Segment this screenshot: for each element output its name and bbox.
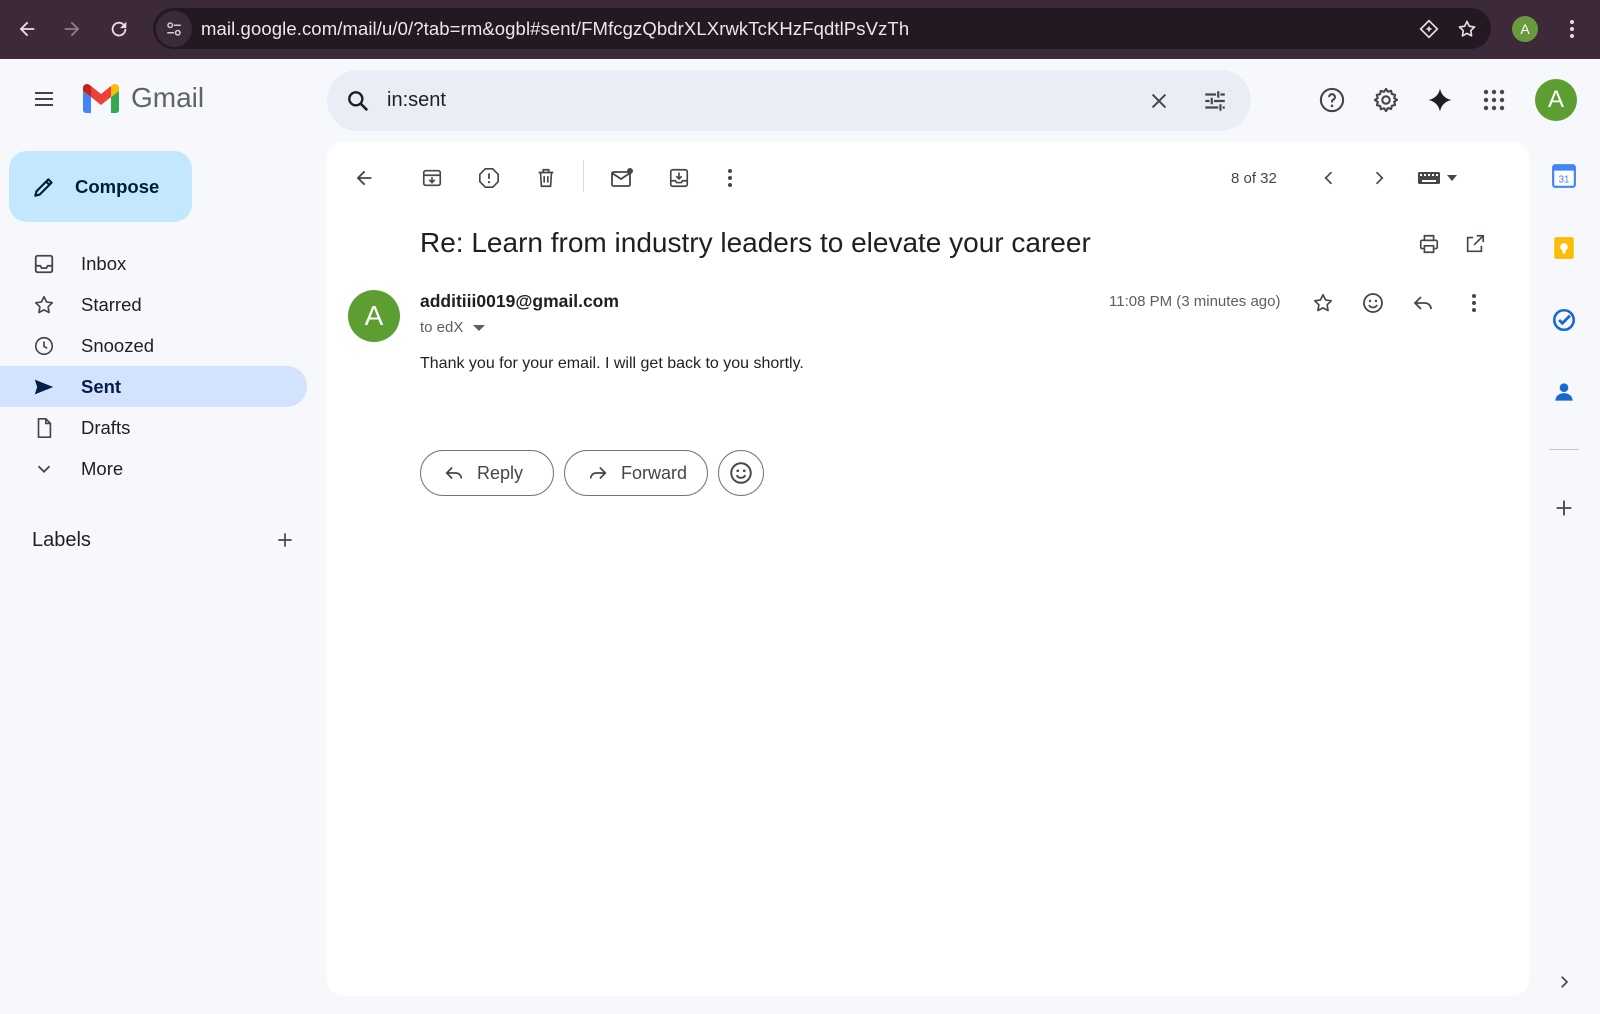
clock-icon	[0, 335, 81, 357]
back-icon[interactable]	[4, 6, 50, 52]
get-addons-plus-icon[interactable]	[1546, 490, 1582, 526]
add-reaction-emoji-icon[interactable]	[1351, 281, 1395, 325]
sender-email[interactable]: additiii0019@gmail.com	[420, 291, 619, 312]
star-icon	[0, 294, 81, 316]
svg-text:31: 31	[1559, 175, 1570, 186]
chevron-down-icon	[0, 458, 81, 480]
archive-icon[interactable]	[410, 156, 454, 200]
pencil-icon	[9, 174, 79, 200]
inbox-icon	[0, 253, 81, 275]
sidebar-item-label: Snoozed	[81, 334, 155, 356]
sender-avatar[interactable]: A	[348, 290, 400, 342]
star-icon[interactable]	[1301, 281, 1345, 325]
mark-unread-icon[interactable]	[600, 156, 644, 200]
sidebar-item-more[interactable]: More	[0, 448, 307, 489]
recipient-label: to edX	[420, 319, 464, 336]
sidebar-item-snoozed[interactable]: Snoozed	[0, 325, 307, 366]
older-chevron-right-icon[interactable]	[1359, 158, 1399, 198]
bookmark-star-icon[interactable]	[1457, 19, 1477, 39]
draft-icon	[0, 417, 81, 439]
newer-chevron-left-icon[interactable]	[1309, 158, 1349, 198]
sidebar-item-sent[interactable]: Sent	[0, 366, 307, 407]
gmail-wordmark: Gmail	[131, 82, 205, 113]
gemini-sparkle-icon[interactable]	[1413, 76, 1467, 124]
sidebar-item-label: Inbox	[81, 252, 127, 274]
more-options-icon[interactable]	[708, 156, 752, 200]
pagination-count: 8 of 32	[1231, 169, 1277, 187]
email-body: Thank you for your email. I will get bac…	[420, 355, 804, 372]
move-to-icon[interactable]	[657, 156, 701, 200]
sidebar-nav: Inbox Starred Snoozed Sent Drafts More	[0, 243, 307, 489]
recipient-details[interactable]: to edX	[420, 319, 486, 336]
pagination: 8 of 32	[1231, 156, 1457, 200]
clear-search-icon[interactable]	[1131, 77, 1187, 125]
email-timestamp: 11:08 PM (3 minutes ago)	[1109, 293, 1281, 310]
sidebar-item-label: Drafts	[81, 416, 131, 438]
settings-gear-icon[interactable]	[1359, 76, 1413, 124]
search-bar	[327, 70, 1251, 131]
email-subject: Re: Learn from industry leaders to eleva…	[420, 227, 1091, 258]
delete-trash-icon[interactable]	[524, 156, 568, 200]
gmail-m-icon	[83, 84, 119, 113]
print-icon[interactable]	[1409, 224, 1449, 264]
browser-menu-icon[interactable]	[1560, 14, 1584, 44]
gmail-logo[interactable]: Gmail	[81, 82, 204, 114]
input-tools-keyboard-icon[interactable]	[1417, 170, 1457, 186]
search-icon[interactable]	[329, 88, 387, 114]
sidebar-item-drafts[interactable]: Drafts	[0, 407, 307, 448]
site-settings-icon[interactable]	[156, 10, 192, 47]
browser-toolbar: mail.google.com/mail/u/0/?tab=rm&ogbl#se…	[0, 0, 1600, 59]
message-more-icon[interactable]	[1452, 281, 1496, 325]
sidebar-item-label: Starred	[81, 293, 142, 315]
reply-icon[interactable]	[1401, 281, 1445, 325]
labels-heading: Labels	[32, 528, 91, 551]
url-text[interactable]: mail.google.com/mail/u/0/?tab=rm&ogbl#se…	[201, 18, 909, 40]
search-input[interactable]	[387, 89, 1107, 112]
reply-icon	[443, 462, 465, 484]
browser-profile-avatar[interactable]: A	[1512, 16, 1538, 42]
sidebar-item-label: More	[81, 457, 124, 479]
account-avatar[interactable]: A	[1535, 79, 1577, 121]
forward-button[interactable]: Forward	[564, 450, 708, 496]
back-to-list-icon[interactable]	[342, 156, 386, 200]
smiley-icon	[730, 462, 752, 484]
message-panel: 8 of 32 Re: Learn from industry leaders …	[327, 142, 1529, 996]
keep-notes-icon[interactable]	[1546, 230, 1582, 266]
forward-arrow-icon	[587, 462, 609, 484]
forward-label: Forward	[621, 462, 688, 483]
add-label-icon[interactable]	[268, 523, 302, 557]
send-icon	[0, 376, 81, 398]
reply-button[interactable]: Reply	[420, 450, 554, 496]
compose-button[interactable]: Compose	[9, 151, 192, 222]
reload-icon[interactable]	[96, 6, 142, 52]
search-options-icon[interactable]	[1187, 77, 1243, 125]
main-menu-icon[interactable]	[24, 79, 64, 119]
help-icon[interactable]	[1305, 76, 1359, 124]
toolbar-divider	[583, 160, 584, 192]
side-panel-divider	[1549, 449, 1579, 450]
sidebar-item-label: Sent	[81, 375, 122, 397]
forward-icon[interactable]	[49, 6, 95, 52]
address-bar[interactable]: mail.google.com/mail/u/0/?tab=rm&ogbl#se…	[153, 8, 1491, 49]
caret-down-icon[interactable]	[473, 324, 486, 332]
emoji-react-button[interactable]	[718, 450, 764, 496]
sidebar-item-starred[interactable]: Starred	[0, 284, 307, 325]
sidebar-item-inbox[interactable]: Inbox	[0, 243, 307, 284]
apps-grid-icon[interactable]	[1467, 76, 1521, 124]
report-spam-icon[interactable]	[467, 156, 511, 200]
reply-label: Reply	[477, 462, 524, 483]
tasks-icon[interactable]	[1546, 302, 1582, 338]
calendar-icon[interactable]: 31	[1546, 158, 1582, 194]
labels-section: Labels	[32, 523, 302, 557]
compose-label: Compose	[75, 175, 160, 197]
contacts-icon[interactable]	[1546, 374, 1582, 410]
open-new-window-icon[interactable]	[1455, 224, 1495, 264]
expand-side-panel-chevron-icon[interactable]	[1546, 964, 1582, 1000]
translate-icon[interactable]	[1419, 18, 1439, 39]
